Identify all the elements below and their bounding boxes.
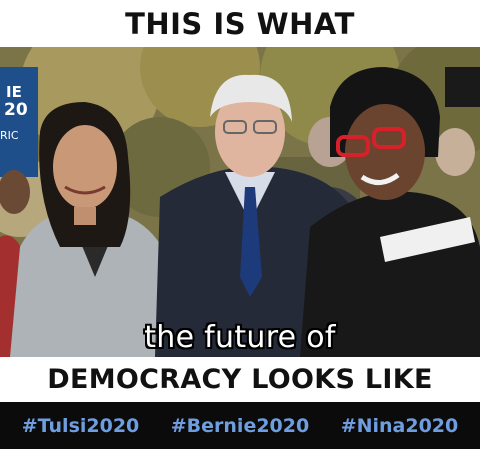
top-caption: THIS IS WHAT: [0, 0, 480, 47]
svg-text:20: 20: [4, 100, 28, 120]
campaign-photo: IE 20 RIC: [0, 47, 480, 357]
svg-text:RIC: RIC: [0, 129, 19, 142]
hashtag-bernie: #Bernie2020: [170, 414, 310, 437]
overlay-caption: the future of: [144, 320, 336, 355]
svg-text:IE: IE: [6, 83, 22, 101]
campaign-sign: IE 20 RIC: [0, 67, 38, 177]
bottom-caption: DEMOCRACY LOOKS LIKE: [0, 357, 480, 402]
hashtag-tulsi: #Tulsi2020: [21, 414, 140, 437]
hashtag-nina: #Nina2020: [340, 414, 459, 437]
meme-image: THIS IS WHAT IE 20 RIC the future of DEM…: [0, 0, 480, 449]
hashtag-bar: #Tulsi2020 #Bernie2020 #Nina2020: [0, 402, 480, 449]
